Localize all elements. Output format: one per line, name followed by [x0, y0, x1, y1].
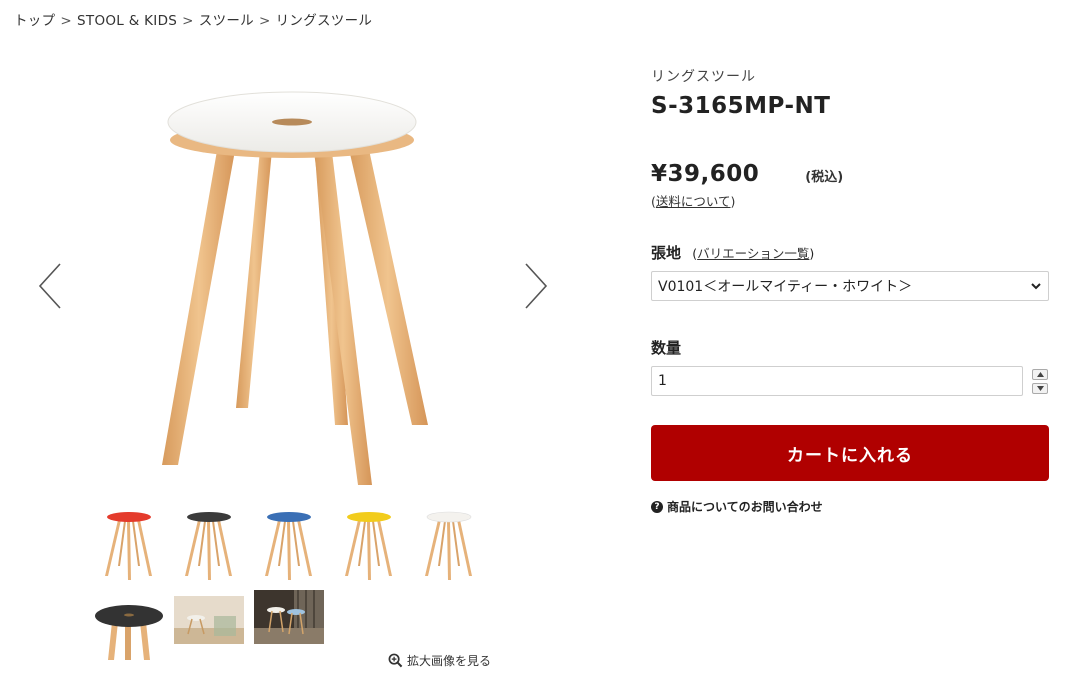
quantity-decrement-button[interactable]: [1032, 382, 1048, 394]
chevron-left-icon: [38, 263, 61, 309]
chevron-right-icon: [525, 263, 548, 309]
thumbnail-yellow-stool[interactable]: [334, 508, 404, 580]
breadcrumb-separator: >: [60, 13, 73, 29]
zoom-in-icon: [388, 653, 403, 668]
breadcrumb-top[interactable]: トップ: [14, 13, 55, 29]
fabric-label: 張地: [651, 244, 682, 262]
quantity-row: 1: [651, 366, 1049, 396]
stool-thumbnail-icon: [265, 512, 312, 580]
triangle-down-icon: [1036, 385, 1044, 391]
thumbnail-dark-room-photo[interactable]: [254, 588, 324, 660]
quantity-stepper: [1032, 368, 1048, 394]
product-gallery: 拡大画像を見る: [0, 40, 590, 680]
product-subtitle: リングスツール: [651, 69, 756, 85]
stool-thumbnail-icon: [425, 511, 472, 580]
chevron-down-icon: [1031, 283, 1041, 290]
thumbnail-black-stool[interactable]: [174, 508, 244, 580]
fabric-section-label: 張地 (バリエーション一覧): [651, 242, 1049, 263]
price-row: ¥39,600 (税込): [651, 161, 1049, 187]
ring-stool-image: [162, 91, 428, 485]
question-circle-icon: ?: [651, 500, 663, 513]
breadcrumb-current: リングスツール: [275, 13, 373, 29]
quantity-input[interactable]: 1: [651, 366, 1023, 396]
thumbnail-room-photo[interactable]: [174, 588, 244, 660]
fabric-select[interactable]: V0101＜オールマイティー・ホワイト＞: [651, 271, 1049, 301]
seat-closeup-thumbnail-icon: [95, 605, 163, 660]
add-to-cart-button[interactable]: カートに入れる: [651, 425, 1049, 481]
breadcrumb-separator: >: [182, 13, 194, 29]
thumbnail-seat-closeup[interactable]: [94, 588, 164, 660]
shipping-link[interactable]: 送料について: [656, 194, 731, 209]
main-product-image[interactable]: [100, 40, 490, 500]
triangle-up-icon: [1036, 371, 1044, 377]
variation-list-link[interactable]: バリエーション一覧: [697, 246, 809, 261]
quantity-value: 1: [658, 373, 667, 389]
thumbnail-red-stool[interactable]: [94, 508, 164, 580]
stool-thumbnail-icon: [345, 512, 392, 580]
variation-list: (バリエーション一覧): [692, 246, 814, 261]
zoom-image-link[interactable]: 拡大画像を見る: [388, 652, 491, 669]
add-to-cart-label: カートに入れる: [787, 445, 913, 466]
shipping-paren-close: ): [730, 194, 736, 209]
prev-image-arrow[interactable]: [34, 260, 68, 312]
thumbnail-white-stool[interactable]: [414, 508, 484, 580]
stool-thumbnail-icon: [105, 512, 152, 580]
room-photo-thumbnail-icon: [174, 596, 244, 644]
dark-room-photo-thumbnail-icon: [254, 590, 324, 644]
breadcrumb: トップ > STOOL & KIDS > スツール > リングスツール: [14, 9, 372, 29]
breadcrumb-stool-kids[interactable]: STOOL & KIDS: [77, 13, 177, 29]
stool-thumbnail-icon: [185, 512, 232, 580]
fabric-select-value: V0101＜オールマイティー・ホワイト＞: [658, 279, 913, 295]
shipping-info: (送料について): [651, 191, 1049, 210]
quantity-increment-button[interactable]: [1032, 368, 1048, 380]
quantity-label: 数量: [651, 339, 682, 357]
breadcrumb-stool[interactable]: スツール: [199, 13, 254, 29]
variation-paren-close: ): [809, 246, 815, 261]
next-image-arrow[interactable]: [518, 260, 552, 312]
product-info: リングスツール S-3165MP-NT ¥39,600 (税込) (送料について…: [651, 66, 1049, 515]
breadcrumb-separator: >: [258, 13, 271, 29]
tax-note: (税込): [805, 170, 844, 185]
product-code: S-3165MP-NT: [651, 93, 831, 119]
zoom-image-label: 拡大画像を見る: [407, 654, 492, 668]
product-inquiry-label: 商品についてのお問い合わせ: [667, 500, 823, 514]
product-inquiry-link[interactable]: ? 商品についてのお問い合わせ: [651, 498, 1049, 515]
product-price: ¥39,600: [651, 161, 760, 187]
thumbnail-blue-stool[interactable]: [254, 508, 324, 580]
